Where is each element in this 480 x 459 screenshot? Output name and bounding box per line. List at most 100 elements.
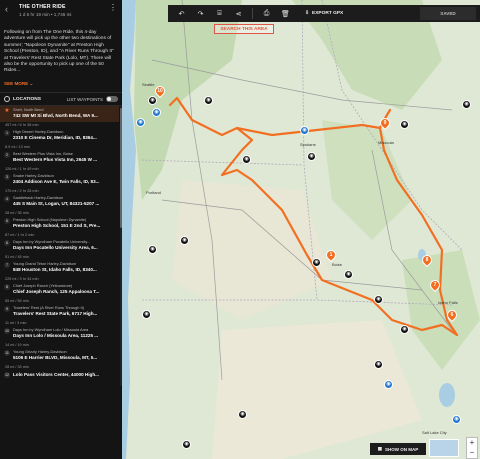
stop-item[interactable]: 10 Days Inn by Wyndham Lolo / Missoula Ar… xyxy=(0,326,119,342)
stop-item[interactable]: 6 Days Inn by Wyndham Pocatello Universit… xyxy=(0,238,119,254)
dealer-icon[interactable]: ◉ xyxy=(374,360,383,369)
dealer-icon[interactable]: ◉ xyxy=(142,310,151,319)
see-more-link[interactable]: SEE MORE ⌄ xyxy=(0,80,122,90)
share-icon[interactable]: ⋖ xyxy=(229,10,248,18)
zoom-in-button[interactable]: + xyxy=(467,438,477,448)
stop-text: Young Grand Teton Harley-Davidson 848 Hou… xyxy=(13,261,115,272)
map-icon: ▦ xyxy=(377,446,382,451)
dealer-icon[interactable]: ◉ xyxy=(148,96,157,105)
stop-number-badge: 5 xyxy=(4,218,10,224)
stop-name: Saddleback Harley-Davidson xyxy=(13,195,64,200)
map-layer-thumbnail[interactable] xyxy=(429,439,459,457)
list-waypoints-toggle[interactable] xyxy=(106,96,118,102)
stop-address: Days Inn Pocatello University Area, 6... xyxy=(13,245,98,250)
stop-name: Chief Joseph Ranch (Yellowstone) xyxy=(13,283,73,288)
export-gpx-label: EXPORT GPX xyxy=(312,11,344,16)
stop-item[interactable]: 4 Saddleback Harley-Davidson 445 S Main St… xyxy=(0,194,119,210)
stop-text: Days Inn by Wyndham Lolo / Missoula Area… xyxy=(13,327,115,338)
stop-address: Travelers' Rest State Park, 6717 High... xyxy=(13,311,98,316)
stop-item[interactable]: 11 Young Grizzly Harley-Davidson 5106 E Ha… xyxy=(0,348,119,364)
dealer-icon[interactable]: ◉ xyxy=(400,120,409,129)
ride-title-block: THE OTHER RIDE 1 d 6 hr 19 min • 1,746 m… xyxy=(19,4,105,17)
zoom-out-button[interactable]: − xyxy=(467,448,477,458)
dealer-icon[interactable]: ◉ xyxy=(182,440,191,449)
dealer-icon[interactable]: ◉ xyxy=(148,245,157,254)
stop-address: 2404 Addison Ave E, Twin Falls, ID, 83..… xyxy=(13,179,100,184)
stop-text: Chief Joseph Ranch (Yellowstone) Chief Jo… xyxy=(13,283,115,294)
export-gpx-button[interactable]: ⇩ EXPORT GPX xyxy=(305,11,343,16)
city-label: Portland xyxy=(146,190,161,195)
stop-address: Best Western Plus Vista Inn, 2645 W ... xyxy=(13,157,98,162)
redo-icon[interactable]: ↷ xyxy=(191,10,210,18)
dealer-icon[interactable]: ◉ xyxy=(242,155,251,164)
stop-address: 742 SW Mt Si Blvd, North Bend, WA 9... xyxy=(13,113,98,118)
saved-button[interactable]: SAVED xyxy=(420,7,476,20)
city-label: Seattle xyxy=(142,82,155,87)
stop-name: Shell, North Bend xyxy=(13,107,44,112)
route-map[interactable]: ◉ ◉ ◉ ◉ ◉ ◉ ◉ ◉ ◉ ◉ ◉ ◉ ◉ ◉ ◉ ◉ ◉ ◉ ◉ ◉ … xyxy=(122,0,480,459)
stop-item[interactable]: 1 High Desert Harley-Davidson 2310 E Cinem… xyxy=(0,128,119,144)
stop-item[interactable]: 3 Snake Harley-Davidson 2404 Addison Ave E… xyxy=(0,172,119,188)
sidebar-header: ‹ THE OTHER RIDE 1 d 6 hr 19 min • 1,746… xyxy=(0,0,122,28)
ride-duration-distance: 1 d 6 hr 19 min • 1,746 mi xyxy=(19,12,72,17)
waypoint-icon[interactable]: ◉ xyxy=(300,126,309,135)
bookmark-icon[interactable]: ⌸ xyxy=(210,10,229,18)
dealer-icon[interactable]: ◉ xyxy=(238,410,247,419)
city-label: Missoula xyxy=(378,140,394,145)
dealer-icon[interactable]: ◉ xyxy=(374,295,383,304)
stops-list: ★ Shell, North Bend 742 SW Mt Si Blvd, Nor… xyxy=(0,106,122,386)
stop-name: Young Grizzly Harley-Davidson xyxy=(13,349,67,354)
stop-number-badge: 10 xyxy=(4,328,10,334)
stop-name: Preston High School (Napoleon Dynamite) xyxy=(13,217,87,222)
ride-title: THE OTHER RIDE xyxy=(19,4,66,10)
delete-icon[interactable]: 🗑 xyxy=(276,10,295,18)
stop-address: 5106 E Harrier BLVD, Missoula, MT, 5... xyxy=(13,355,98,360)
origin-star-icon: ★ xyxy=(4,108,10,114)
stop-number-badge: 1 xyxy=(4,130,10,136)
stop-name: Snake Harley-Davidson xyxy=(13,173,54,178)
show-on-map-label: SHOW ON MAP xyxy=(385,446,419,452)
waypoint-icon[interactable]: ◉ xyxy=(152,108,161,117)
stop-address: 445 S Main St, Logan, UT, 84321-5207 ... xyxy=(13,201,100,206)
map-canvas xyxy=(122,0,480,459)
dealer-icon[interactable]: ◉ xyxy=(462,100,471,109)
show-on-map-button[interactable]: ▦ SHOW ON MAP xyxy=(370,443,426,455)
see-more-label: SEE MORE xyxy=(4,81,29,86)
stop-name: Best Western Plus Vista Inn, Boise xyxy=(13,151,73,156)
ride-description: Following on from The One Ride, this 4-d… xyxy=(4,30,114,74)
stop-address: Lolo Pass Visitors Center, 44000 High... xyxy=(13,372,99,377)
waypoint-icon[interactable]: ◉ xyxy=(452,415,461,424)
stop-item[interactable]: 2 Best Western Plus Vista Inn, Boise Best … xyxy=(0,150,119,166)
stop-item[interactable]: 8 Chief Joseph Ranch (Yellowstone) Chief J… xyxy=(0,282,119,298)
dealer-icon[interactable]: ◉ xyxy=(312,258,321,267)
dealer-icon[interactable]: ◉ xyxy=(307,152,316,161)
stop-number-badge: 9 xyxy=(4,306,10,312)
ride-sidebar: ‹ THE OTHER RIDE 1 d 6 hr 19 min • 1,746… xyxy=(0,0,122,459)
waypoint-icon[interactable]: ◉ xyxy=(136,118,145,127)
stop-number-badge: 12 xyxy=(4,372,10,378)
city-label: Salt Lake City xyxy=(422,430,447,435)
stop-address: Days Inn Lolo / Missoula Area, 11225 ... xyxy=(13,333,99,338)
stop-item[interactable]: ★ Shell, North Bend 742 SW Mt Si Blvd, Nor… xyxy=(0,106,119,122)
dealer-icon[interactable]: ◉ xyxy=(400,325,409,334)
stop-item[interactable]: 12 Lolo Pass Visitors Center, 44000 High.… xyxy=(0,370,119,386)
stop-number-badge: 2 xyxy=(4,152,10,158)
dealer-icon[interactable]: ◉ xyxy=(344,270,353,279)
stop-item[interactable]: 7 Young Grand Teton Harley-Davidson 848 Ho… xyxy=(0,260,119,276)
stop-number-badge: 3 xyxy=(4,174,10,180)
stop-number-badge: 8 xyxy=(4,284,10,290)
back-arrow-icon[interactable]: ‹ xyxy=(5,4,15,14)
stop-item[interactable]: 5 Preston High School (Napoleon Dynamite)… xyxy=(0,216,119,232)
more-options-icon[interactable]: ⋮ xyxy=(109,4,117,12)
locations-icon xyxy=(4,96,10,102)
print-icon[interactable]: ⎙ xyxy=(257,10,276,18)
app-window: ‹ THE OTHER RIDE 1 d 6 hr 19 min • 1,746… xyxy=(0,0,480,459)
dealer-icon[interactable]: ◉ xyxy=(204,96,213,105)
stop-text: Days Inn by Wyndham Pocatello University… xyxy=(13,239,115,250)
stop-item[interactable]: 9 Travelers' Rest (A River Runs Through I… xyxy=(0,304,119,320)
undo-icon[interactable]: ↶ xyxy=(172,10,191,18)
dealer-icon[interactable]: ◉ xyxy=(180,236,189,245)
search-this-area-button[interactable]: SEARCH THIS AREA xyxy=(214,24,274,34)
waypoint-icon[interactable]: ◉ xyxy=(384,380,393,389)
stop-name: Travelers' Rest (A River Runs Through It… xyxy=(13,305,85,310)
